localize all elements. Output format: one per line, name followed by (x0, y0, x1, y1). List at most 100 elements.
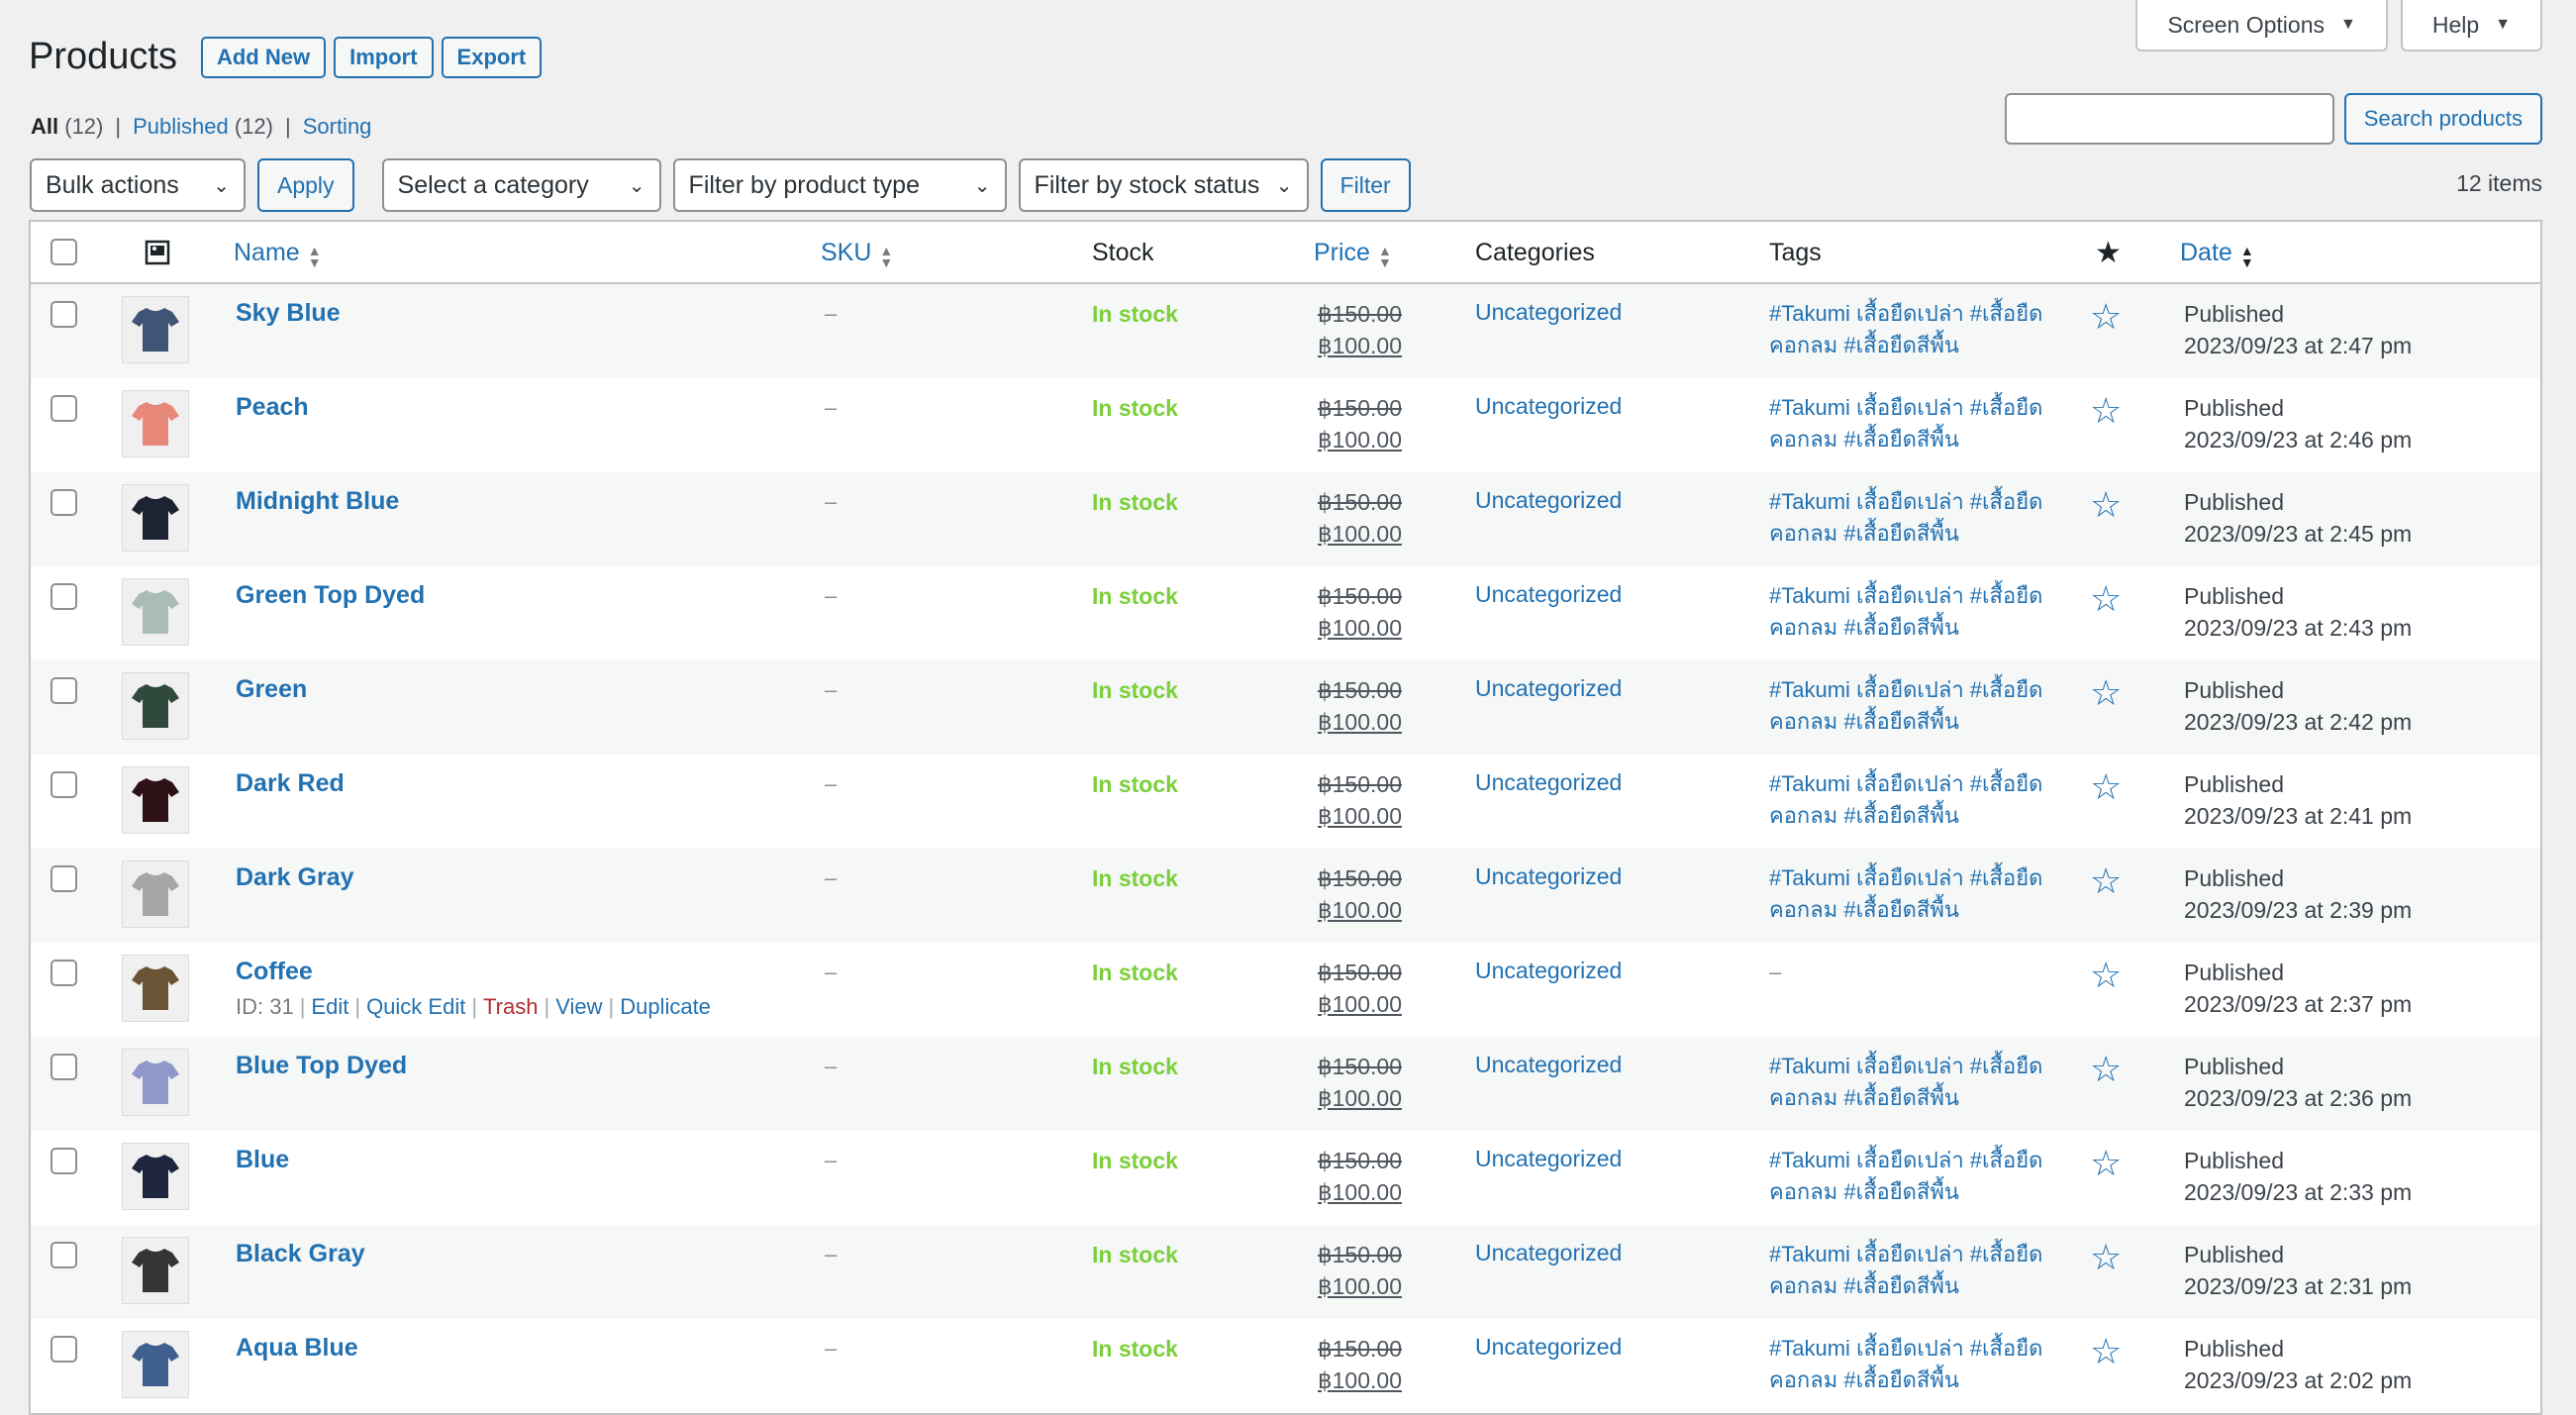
featured-star-icon[interactable]: ☆ (2090, 393, 2122, 429)
help-button[interactable]: Help ▼ (2400, 0, 2542, 51)
tags-list[interactable]: #Takumi เสื้อยืดเปล่า #เสื้อยืดคอกลม #เส… (1769, 1051, 2046, 1114)
search-input[interactable] (2004, 93, 2334, 145)
column-price-header[interactable]: Price ▲ ▼ (1314, 239, 1392, 269)
product-name-link[interactable]: Green Top Dyed (236, 581, 425, 610)
product-thumbnail[interactable] (122, 578, 189, 646)
row-checkbox[interactable] (50, 771, 77, 798)
tags-list[interactable]: #Takumi เสื้อยืดเปล่า #เสื้อยืดคอกลม #เส… (1769, 580, 2046, 644)
stock-status-select[interactable]: Filter by stock status ⌄ (1018, 158, 1309, 212)
product-thumbnail[interactable] (122, 766, 189, 834)
product-thumbnail[interactable] (122, 672, 189, 740)
product-thumbnail[interactable] (122, 484, 189, 552)
product-name-link[interactable]: Dark Gray (236, 863, 354, 892)
featured-star-icon[interactable]: ☆ (2090, 675, 2122, 711)
category-select[interactable]: Select a category ⌄ (381, 158, 661, 212)
featured-star-icon[interactable]: ☆ (2090, 769, 2122, 805)
category-link[interactable]: Uncategorized (1475, 1334, 1622, 1361)
product-name-link[interactable]: Blue Top Dyed (236, 1052, 407, 1080)
product-name-link[interactable]: Black Gray (236, 1240, 365, 1268)
category-link[interactable]: Uncategorized (1475, 1052, 1622, 1078)
product-thumbnail[interactable] (122, 860, 189, 928)
row-checkbox[interactable] (50, 301, 77, 328)
row-checkbox[interactable] (50, 1242, 77, 1268)
duplicate-link[interactable]: Duplicate (620, 994, 711, 1019)
category-link[interactable]: Uncategorized (1475, 1146, 1622, 1172)
product-name-link[interactable]: Aqua Blue (236, 1334, 358, 1363)
category-link[interactable]: Uncategorized (1475, 393, 1622, 420)
add-new-button[interactable]: Add New (200, 36, 327, 78)
row-checkbox[interactable] (50, 489, 77, 516)
column-sku-header[interactable]: SKU ▲ ▼ (821, 239, 893, 269)
view-published-link[interactable]: Published (133, 114, 229, 140)
tags-list[interactable]: #Takumi เสื้อยืดเปล่า #เสื้อยืดคอกลม #เส… (1769, 392, 2046, 455)
name-cell: Green (236, 675, 307, 704)
tags-list[interactable]: #Takumi เสื้อยืดเปล่า #เสื้อยืดคอกลม #เส… (1769, 486, 2046, 550)
column-date-header[interactable]: Date ▲ ▼ (2180, 239, 2254, 269)
featured-star-icon[interactable]: ☆ (2090, 581, 2122, 617)
screen-options-button[interactable]: Screen Options ▼ (2135, 0, 2388, 51)
tags-list[interactable]: #Takumi เสื้อยืดเปล่า #เสื้อยืดคอกลม #เส… (1769, 768, 2046, 832)
column-name-header[interactable]: Name ▲ ▼ (234, 239, 322, 269)
category-link[interactable]: Uncategorized (1475, 299, 1622, 326)
product-thumbnail[interactable] (122, 390, 189, 457)
featured-star-icon[interactable]: ☆ (2090, 958, 2122, 993)
view-link[interactable]: View (555, 994, 602, 1019)
category-link[interactable]: Uncategorized (1475, 487, 1622, 514)
row-checkbox[interactable] (50, 960, 77, 986)
product-name-link[interactable]: Green (236, 675, 307, 704)
featured-star-icon[interactable]: ☆ (2090, 1052, 2122, 1087)
product-name-link[interactable]: Blue (236, 1146, 289, 1174)
row-checkbox[interactable] (50, 395, 77, 422)
tags-list[interactable]: #Takumi เสื้อยืดเปล่า #เสื้อยืดคอกลม #เส… (1769, 1333, 2046, 1396)
product-thumbnail[interactable] (122, 296, 189, 363)
tags-list[interactable]: #Takumi เสื้อยืดเปล่า #เสื้อยืดคอกลม #เส… (1769, 298, 2046, 361)
product-name-link[interactable]: Midnight Blue (236, 487, 399, 516)
featured-star-icon[interactable]: ☆ (2090, 487, 2122, 523)
tags-list[interactable]: #Takumi เสื้อยืดเปล่า #เสื้อยืดคอกลม #เส… (1769, 862, 2046, 926)
product-name-link[interactable]: Dark Red (236, 769, 345, 798)
category-link[interactable]: Uncategorized (1475, 675, 1622, 702)
apply-button[interactable]: Apply (257, 158, 354, 212)
featured-star-icon[interactable]: ★ (2095, 236, 2122, 270)
quick-edit-link[interactable]: Quick Edit (366, 994, 465, 1019)
tags-list[interactable]: #Takumi เสื้อยืดเปล่า #เสื้อยืดคอกลม #เส… (1769, 674, 2046, 738)
import-button[interactable]: Import (334, 36, 434, 78)
trash-link[interactable]: Trash (483, 994, 538, 1019)
featured-star-icon[interactable]: ☆ (2090, 1334, 2122, 1369)
row-checkbox[interactable] (50, 865, 77, 892)
product-thumbnail[interactable] (122, 955, 189, 1022)
product-thumbnail[interactable] (122, 1049, 189, 1116)
category-link[interactable]: Uncategorized (1475, 863, 1622, 890)
product-type-select[interactable]: Filter by product type ⌄ (672, 158, 1007, 212)
export-button[interactable]: Export (441, 36, 543, 78)
row-checkbox[interactable] (50, 1336, 77, 1363)
row-checkbox[interactable] (50, 583, 77, 610)
tags-list[interactable]: #Takumi เสื้อยืดเปล่า #เสื้อยืดคอกลม #เส… (1769, 1145, 2046, 1208)
category-link[interactable]: Uncategorized (1475, 581, 1622, 608)
search-products-button[interactable]: Search products (2343, 93, 2542, 145)
tags-list[interactable]: – (1769, 957, 2046, 988)
featured-star-icon[interactable]: ☆ (2090, 1146, 2122, 1181)
product-name-link[interactable]: Peach (236, 393, 309, 422)
featured-star-icon[interactable]: ☆ (2090, 1240, 2122, 1275)
tags-list[interactable]: #Takumi เสื้อยืดเปล่า #เสื้อยืดคอกลม #เส… (1769, 1239, 2046, 1302)
view-sorting-link[interactable]: Sorting (303, 114, 372, 140)
category-link[interactable]: Uncategorized (1475, 769, 1622, 796)
featured-star-icon[interactable]: ☆ (2090, 863, 2122, 899)
product-thumbnail[interactable] (122, 1237, 189, 1304)
category-link[interactable]: Uncategorized (1475, 1240, 1622, 1266)
row-checkbox[interactable] (50, 677, 77, 704)
view-all-link[interactable]: All (31, 114, 58, 140)
row-checkbox[interactable] (50, 1148, 77, 1174)
bulk-actions-select[interactable]: Bulk actions ⌄ (30, 158, 246, 212)
category-link[interactable]: Uncategorized (1475, 958, 1622, 984)
edit-link[interactable]: Edit (311, 994, 348, 1019)
product-thumbnail[interactable] (122, 1143, 189, 1210)
product-thumbnail[interactable] (122, 1331, 189, 1398)
row-checkbox[interactable] (50, 1054, 77, 1080)
filter-button[interactable]: Filter (1320, 158, 1411, 212)
product-name-link[interactable]: Coffee (236, 958, 711, 986)
select-all-checkbox[interactable] (50, 239, 77, 265)
product-name-link[interactable]: Sky Blue (236, 299, 341, 328)
featured-star-icon[interactable]: ☆ (2090, 299, 2122, 335)
